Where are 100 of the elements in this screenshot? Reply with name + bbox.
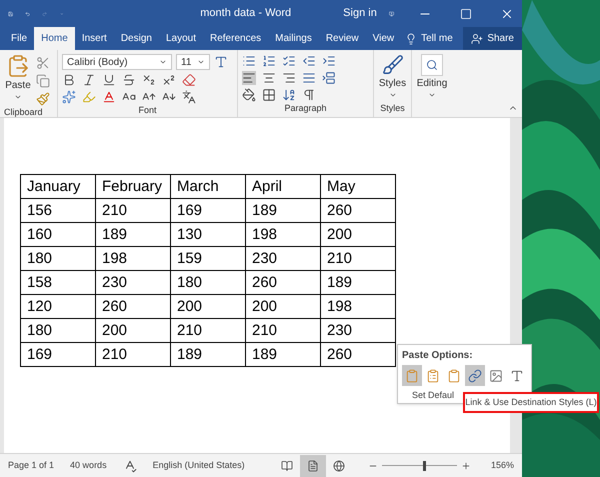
table-cell: 189 <box>246 198 320 222</box>
strikethrough-icon[interactable] <box>122 73 136 87</box>
sign-in-link[interactable]: Sign in <box>343 5 377 22</box>
web-layout-icon[interactable] <box>332 460 345 472</box>
ribbon-tab[interactable]: File <box>4 27 34 50</box>
text-clipboard-icon[interactable] <box>510 368 524 382</box>
zoom-percent[interactable]: 156% <box>490 458 514 472</box>
zoom-in-icon[interactable] <box>460 460 471 470</box>
read-mode-icon[interactable] <box>280 460 293 472</box>
picture-clipboard-icon[interactable] <box>489 368 503 382</box>
maximize-icon[interactable] <box>460 8 472 20</box>
language-label[interactable]: English (United States) <box>152 458 245 472</box>
ribbon-tab[interactable]: Mailings <box>268 27 319 50</box>
table-cell: 159 <box>170 246 246 270</box>
table-cell: 198 <box>96 246 170 270</box>
clipboard-icon[interactable] <box>426 368 440 382</box>
table-cell: 189 <box>246 342 320 366</box>
cut-icon[interactable] <box>36 56 50 70</box>
ribbon-tab[interactable]: Insert <box>74 27 114 50</box>
set-default-item[interactable]: Set Defaul <box>412 389 454 402</box>
styles-button[interactable]: Styles <box>374 50 411 102</box>
font-color-icon[interactable] <box>102 90 116 104</box>
table-cell: 230 <box>96 270 170 294</box>
table-cell: 230 <box>246 246 320 270</box>
table-cell: 169 <box>170 198 246 222</box>
dropdown-icon[interactable] <box>159 58 167 66</box>
align-right-icon[interactable] <box>282 71 296 85</box>
ribbon-tab[interactable]: References <box>203 27 268 50</box>
window-title: month data - Word <box>200 6 292 22</box>
word-count[interactable]: 40 words <box>70 458 107 472</box>
multilevel-list-icon[interactable] <box>282 54 296 68</box>
sort-icon[interactable] <box>282 88 296 102</box>
dropdown-icon[interactable] <box>388 91 396 99</box>
change-case-icon[interactable] <box>214 55 228 69</box>
ribbon-tab[interactable]: Review <box>318 27 366 50</box>
format-painter-icon[interactable] <box>36 92 50 106</box>
ribbon-tab[interactable]: View <box>366 27 402 50</box>
table-cell: 260 <box>96 294 170 318</box>
share-button[interactable]: Share <box>463 27 522 50</box>
zoom-slider[interactable] <box>382 460 457 470</box>
table-cell: 210 <box>246 318 320 342</box>
table-cell: 198 <box>246 222 320 246</box>
dropdown-icon[interactable] <box>14 93 22 101</box>
table-cell: 260 <box>246 270 320 294</box>
pilcrow-icon[interactable] <box>302 88 316 102</box>
subscript-icon[interactable] <box>142 73 156 87</box>
tell-me-field[interactable]: Tell me <box>421 31 453 46</box>
table-cell: 169 <box>20 342 96 366</box>
styles-icon[interactable] <box>382 54 404 76</box>
tooltip: Link & Use Destination Styles (L) <box>463 392 599 413</box>
decrease-indent-icon[interactable] <box>302 54 316 68</box>
text-effects-icon[interactable] <box>62 90 76 104</box>
paste-button[interactable]: Paste <box>4 54 32 106</box>
group-label: Paragraph <box>283 102 328 115</box>
slider-thumb[interactable] <box>423 460 426 470</box>
dropdown-icon[interactable] <box>428 91 436 99</box>
underline-icon[interactable] <box>102 73 116 87</box>
group-label: Clipboard <box>3 106 44 119</box>
table-cell: 198 <box>320 294 396 318</box>
align-center-icon[interactable] <box>262 71 276 85</box>
align-left-icon[interactable] <box>242 71 256 85</box>
superscript-icon[interactable] <box>162 73 176 87</box>
ribbon-tab[interactable]: Layout <box>158 27 203 50</box>
table-cell: 189 <box>320 270 396 294</box>
group-label: Styles <box>379 102 406 115</box>
clipboard-icon[interactable] <box>405 368 419 382</box>
numbering-icon[interactable] <box>262 54 276 68</box>
increase-indent-icon[interactable] <box>322 54 336 68</box>
lightbulb-icon[interactable] <box>405 32 418 44</box>
search-icon[interactable] <box>426 59 438 71</box>
table-cell: April <box>246 174 320 198</box>
table-cell: 156 <box>20 198 96 222</box>
italic-icon[interactable] <box>82 73 96 87</box>
font-name-field[interactable]: Calibri (Body) <box>62 54 172 70</box>
table-cell: 200 <box>320 222 396 246</box>
link-clipboard-icon[interactable] <box>468 368 482 382</box>
person-icon[interactable] <box>471 32 484 44</box>
eraser-icon[interactable] <box>182 73 196 87</box>
copy-icon[interactable] <box>36 74 50 88</box>
table-cell: 189 <box>96 222 170 246</box>
ribbon-tab[interactable]: Design <box>114 27 159 50</box>
dropdown-icon[interactable] <box>197 58 205 66</box>
table-cell: March <box>170 174 246 198</box>
view-button[interactable] <box>300 454 326 476</box>
bold-icon[interactable] <box>62 73 76 87</box>
table-cell: May <box>320 174 396 198</box>
editing-button[interactable]: Editing <box>412 50 452 99</box>
table-cell: 130 <box>170 222 246 246</box>
clipboard-icon[interactable] <box>447 368 461 382</box>
paste-option-button[interactable] <box>465 365 485 386</box>
clipboard-icon[interactable] <box>6 54 30 78</box>
justify-icon[interactable] <box>302 71 316 85</box>
print-layout-icon[interactable] <box>306 460 319 472</box>
ribbon-tab[interactable]: Home <box>34 27 75 50</box>
phonetic-icon[interactable] <box>182 90 196 104</box>
font-size-field[interactable]: 11 <box>176 54 210 70</box>
shading-icon[interactable] <box>242 88 256 102</box>
borders-icon[interactable] <box>262 88 276 102</box>
line-spacing-icon[interactable] <box>322 71 336 85</box>
page-count[interactable]: Page 1 of 1 <box>8 458 54 472</box>
